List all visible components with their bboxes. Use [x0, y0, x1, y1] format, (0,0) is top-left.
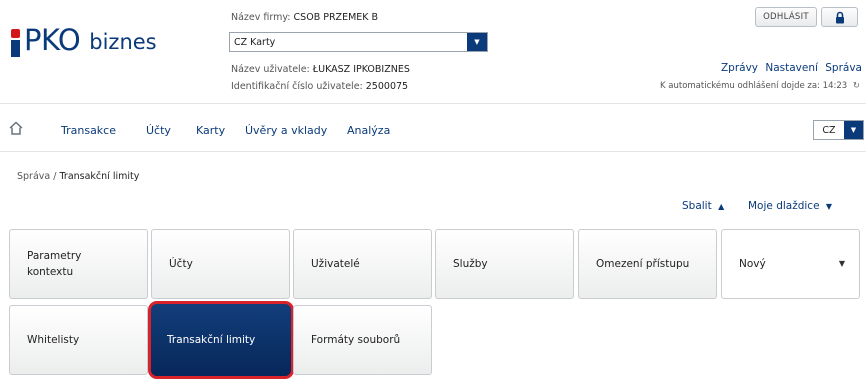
tile-whitelists[interactable]: Whitelisty: [9, 305, 148, 375]
firm-info: Název firmy: CSOB PRZEMEK B: [231, 12, 378, 23]
auto-logout-info: K automatickému odhlášení dojde za: 14:2…: [660, 81, 860, 91]
refresh-icon[interactable]: ↻: [853, 81, 860, 91]
breadcrumb: Správa / Transakční limity: [17, 171, 139, 182]
logo-brand: PKO: [24, 22, 81, 57]
tile-accounts[interactable]: Účty: [151, 229, 290, 299]
my-tiles-link[interactable]: Moje dlaždice ▼: [748, 200, 832, 212]
user-id-label: Identifikační číslo uživatele:: [231, 81, 363, 92]
user-label: Název uživatele:: [231, 64, 310, 75]
administration-link[interactable]: Správa: [825, 62, 862, 74]
user-info: Název uživatele: ŁUKASZ IPKOBIZNES: [231, 64, 410, 75]
messages-link[interactable]: Zprávy: [721, 62, 758, 74]
language-select[interactable]: CZ ▼: [813, 120, 864, 140]
home-icon[interactable]: [8, 121, 24, 135]
breadcrumb-parent[interactable]: Správa: [17, 171, 50, 182]
settings-link[interactable]: Nastavení: [765, 62, 818, 74]
logo-i-mark: [10, 23, 22, 57]
top-links: Zprávy Nastavení Správa: [717, 62, 862, 74]
tile-access-restrictions[interactable]: Omezení přístupu: [578, 229, 717, 299]
tile-label: Nový: [739, 257, 766, 270]
breadcrumb-current: Transakční limity: [59, 171, 140, 182]
chevron-down-icon: ▼: [825, 202, 833, 211]
nav-item-analysis[interactable]: Analýza: [347, 124, 390, 137]
collapse-link[interactable]: Sbalit ▲: [682, 200, 724, 212]
logout-button[interactable]: ODHLÁSIT: [755, 7, 817, 27]
nav-item-transactions[interactable]: Transakce: [61, 124, 116, 137]
pko-biznes-logo[interactable]: PKO biznes: [10, 20, 157, 60]
chevron-down-icon[interactable]: ▼: [467, 33, 487, 51]
user-id: 2500075: [365, 81, 409, 92]
chevron-down-icon[interactable]: ▼: [844, 121, 863, 139]
tile-context-parameters[interactable]: Parametry kontextu: [9, 229, 148, 299]
context-select[interactable]: CZ Karty ▼: [229, 32, 488, 52]
tile-label: Účty: [169, 257, 193, 270]
tile-label: Transakční limity: [167, 333, 256, 346]
nav-divider: [0, 151, 866, 152]
logo-suffix: biznes: [89, 30, 157, 54]
firm-label: Název firmy:: [231, 12, 291, 23]
my-tiles-label: Moje dlaždice: [748, 200, 820, 212]
tile-services[interactable]: Služby: [435, 229, 574, 299]
lock-icon: [835, 11, 844, 23]
header-divider: [0, 103, 866, 104]
tile-label: Parametry kontextu: [27, 249, 82, 278]
collapse-label: Sbalit: [682, 200, 712, 212]
breadcrumb-separator: /: [53, 171, 57, 182]
firm-name: CSOB PRZEMEK B: [293, 12, 379, 23]
tile-label: Formáty souborů: [311, 333, 401, 346]
nav-item-loans-deposits[interactable]: Úvěry a vklady: [245, 124, 327, 137]
context-select-value: CZ Karty: [234, 36, 276, 48]
chevron-down-icon: ▼: [838, 258, 845, 268]
tile-transaction-limits[interactable]: Transakční limity: [148, 301, 294, 379]
tile-label: Whitelisty: [27, 333, 80, 346]
user-id-info: Identifikační číslo uživatele: 2500075: [231, 81, 408, 92]
tile-label: Služby: [453, 257, 488, 270]
tile-users[interactable]: Uživatelé: [293, 229, 432, 299]
auto-logout-text: K automatickému odhlášení dojde za: 14:2…: [660, 81, 848, 91]
language-value: CZ: [822, 124, 836, 136]
chevron-up-icon: ▲: [718, 202, 725, 211]
nav-item-accounts[interactable]: Účty: [146, 124, 171, 137]
lock-button[interactable]: [821, 7, 858, 27]
user-name: ŁUKASZ IPKOBIZNES: [312, 64, 410, 75]
tile-new-dropdown[interactable]: Nový ▼: [721, 229, 860, 299]
tile-label: Uživatelé: [311, 257, 360, 270]
nav-item-cards[interactable]: Karty: [196, 124, 225, 137]
tile-file-formats[interactable]: Formáty souborů: [293, 305, 432, 375]
tile-label: Omezení přístupu: [596, 257, 690, 270]
